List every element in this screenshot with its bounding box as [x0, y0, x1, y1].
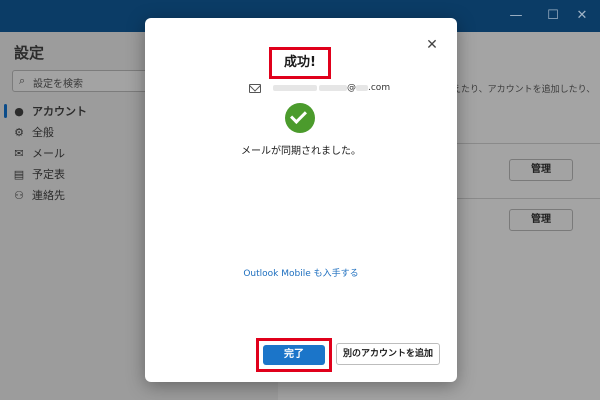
manage-button[interactable]: 管理	[509, 159, 573, 181]
success-dialog: ✕ 成功! @ .com メールが同期されました。 Outlook Mobile…	[145, 18, 457, 382]
outlook-mobile-link[interactable]: Outlook Mobile も入手する	[145, 266, 457, 279]
dialog-title: 成功!	[284, 55, 316, 70]
calendar-icon: ▤	[13, 167, 25, 181]
sidebar-item-contacts[interactable]: ⚇ 連絡先	[12, 185, 142, 205]
contacts-icon: ⚇	[14, 188, 24, 202]
close-window-icon[interactable]: ✕	[574, 8, 590, 24]
sidebar-item-mail[interactable]: ✉ メール	[12, 143, 142, 163]
check-mark	[290, 107, 307, 124]
sidebar-item-general[interactable]: ⚙ 全般	[12, 122, 142, 142]
settings-search-input[interactable]: ⌕ 設定を検索	[12, 70, 150, 92]
redacted-text	[319, 85, 347, 91]
sidebar-item-label: 予定表	[32, 168, 65, 181]
person-icon: ●	[14, 104, 24, 118]
account-email: @ .com	[249, 81, 390, 95]
sidebar-item-account[interactable]: ● アカウント	[12, 101, 142, 121]
divider	[456, 198, 600, 199]
sidebar-item-label: 全般	[32, 126, 54, 139]
close-icon[interactable]: ✕	[425, 38, 439, 52]
maximize-icon[interactable]: ☐	[545, 8, 561, 24]
account-description: えたり、アカウントを追加したり、	[452, 85, 596, 95]
title-highlight: 成功!	[269, 47, 331, 79]
done-highlight: 完了	[256, 338, 332, 372]
email-at: @	[347, 83, 356, 93]
sidebar-item-label: 連絡先	[32, 189, 65, 202]
add-account-button[interactable]: 別のアカウントを追加	[336, 343, 440, 365]
redacted-text	[273, 85, 317, 91]
search-placeholder: 設定を検索	[33, 79, 83, 90]
active-indicator	[4, 104, 7, 118]
email-domain: .com	[368, 83, 391, 93]
sidebar-item-label: アカウント	[32, 105, 87, 118]
redacted-text	[356, 85, 368, 91]
done-button[interactable]: 完了	[263, 345, 325, 365]
sync-message: メールが同期されました。	[241, 146, 361, 157]
sidebar-item-calendar[interactable]: ▤ 予定表	[12, 164, 142, 184]
divider	[456, 143, 600, 144]
search-icon: ⌕	[19, 74, 26, 87]
gear-icon: ⚙	[14, 125, 24, 139]
settings-title: 設定	[14, 44, 45, 62]
minimize-icon[interactable]: —	[508, 8, 524, 24]
mail-icon: ✉	[14, 146, 24, 160]
sidebar-item-label: メール	[32, 147, 65, 160]
success-check-icon	[285, 103, 315, 133]
mail-icon	[249, 83, 261, 93]
manage-button[interactable]: 管理	[509, 209, 573, 231]
